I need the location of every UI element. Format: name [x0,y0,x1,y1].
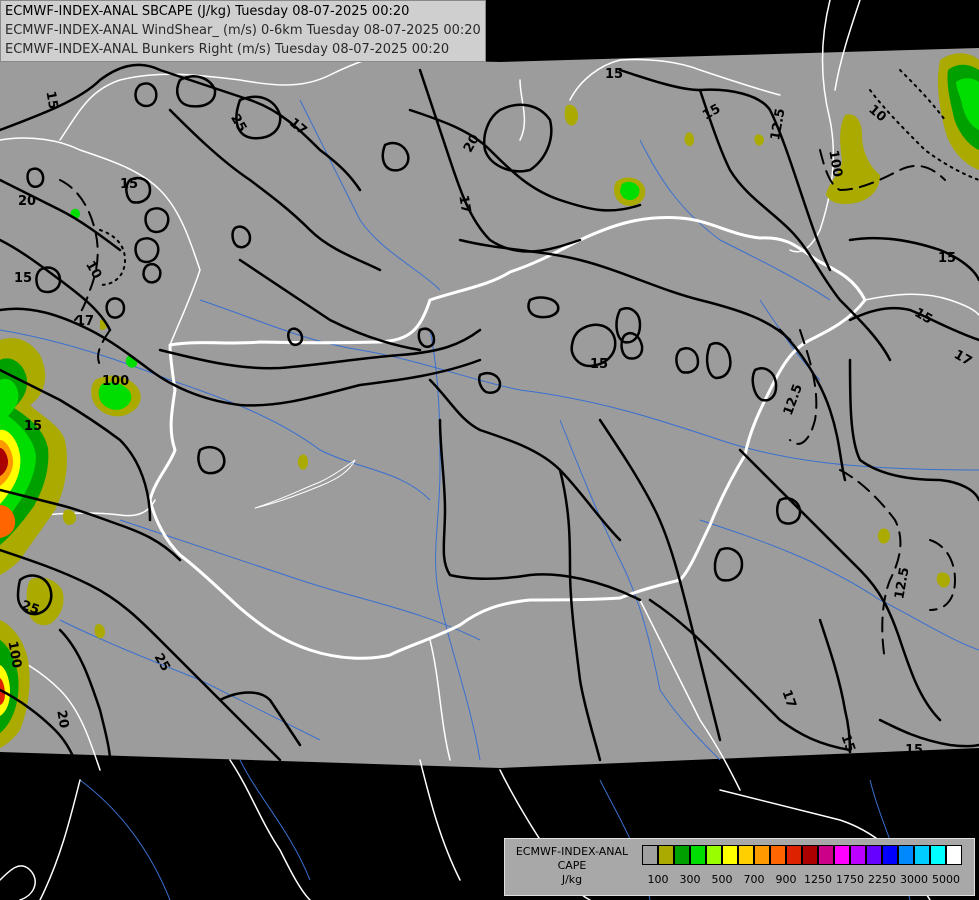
contour-label: 20 [53,709,71,729]
legend-tick-label: 100 [647,873,669,886]
legend-swatch [770,845,786,865]
legend-title: ECMWF-INDEX-ANAL CAPE J/kg [507,845,637,887]
title-sbcape: ECMWF-INDEX-ANAL SBCAPE (J/kg) Tuesday 0… [5,4,410,19]
legend-swatch [818,845,834,865]
legend-tick-label: 1750 [836,873,864,886]
legend-swatch [642,845,658,865]
legend-swatch [834,845,850,865]
legend-swatch [674,845,690,865]
cape-legend: ECMWF-INDEX-ANAL CAPE J/kg 100 300 500 700 9… [504,838,975,896]
legend-tick-label: 900 [775,873,797,886]
legend-swatch [914,845,930,865]
legend-swatch [658,845,674,865]
legend-swatch [866,845,882,865]
contour-label: 15 [590,357,608,372]
legend-swatch [786,845,802,865]
contour-label: 15 [24,419,42,434]
title-windshear: ECMWF-INDEX-ANAL WindShear_ (m/s) 0-6km … [5,23,481,38]
weather-map: 15 17 20 25 15 17 20 15 15 15 12.5 10 10… [0,0,979,900]
legend-color-scale [642,845,962,865]
legend-tick-label: 2250 [868,873,896,886]
legend-swatch [850,845,866,865]
legend-tick-label: 5000 [932,873,960,886]
legend-swatch [946,845,962,865]
legend-tick-label: 3000 [900,873,928,886]
legend-swatch [802,845,818,865]
legend-tick-labels: 100 300 500 700 900 1250 1750 2250 3000 5000 [642,873,972,889]
legend-tick-label: 1250 [804,873,832,886]
legend-title-units: J/kg [561,873,583,886]
contour-label: 15 [120,177,138,192]
contour-label: 15 [42,90,60,110]
legend-swatch [930,845,946,865]
title-bunkers: ECMWF-INDEX-ANAL Bunkers Right (m/s) Tue… [5,42,450,57]
map-title-box: ECMWF-INDEX-ANAL SBCAPE (J/kg) Tuesday 0… [0,0,486,62]
contour-label: 17 [455,194,473,214]
contour-label: 100 [102,374,129,389]
legend-swatch [722,845,738,865]
contour-label: 17 [76,314,94,329]
contour-label: 15 [938,251,956,266]
legend-swatch [898,845,914,865]
legend-tick-label: 500 [711,873,733,886]
contour-label: 15 [14,271,32,286]
legend-swatch [706,845,722,865]
contour-label: 20 [18,194,36,209]
legend-swatch [882,845,898,865]
legend-title-variable: CAPE [557,859,587,872]
legend-swatch [754,845,770,865]
legend-title-model: ECMWF-INDEX-ANAL [515,845,629,858]
contour-label: 15 [905,743,923,758]
legend-swatch [690,845,706,865]
legend-tick-label: 700 [743,873,765,886]
contour-label: 15 [605,67,623,82]
legend-swatch [738,845,754,865]
legend-tick-label: 300 [679,873,701,886]
